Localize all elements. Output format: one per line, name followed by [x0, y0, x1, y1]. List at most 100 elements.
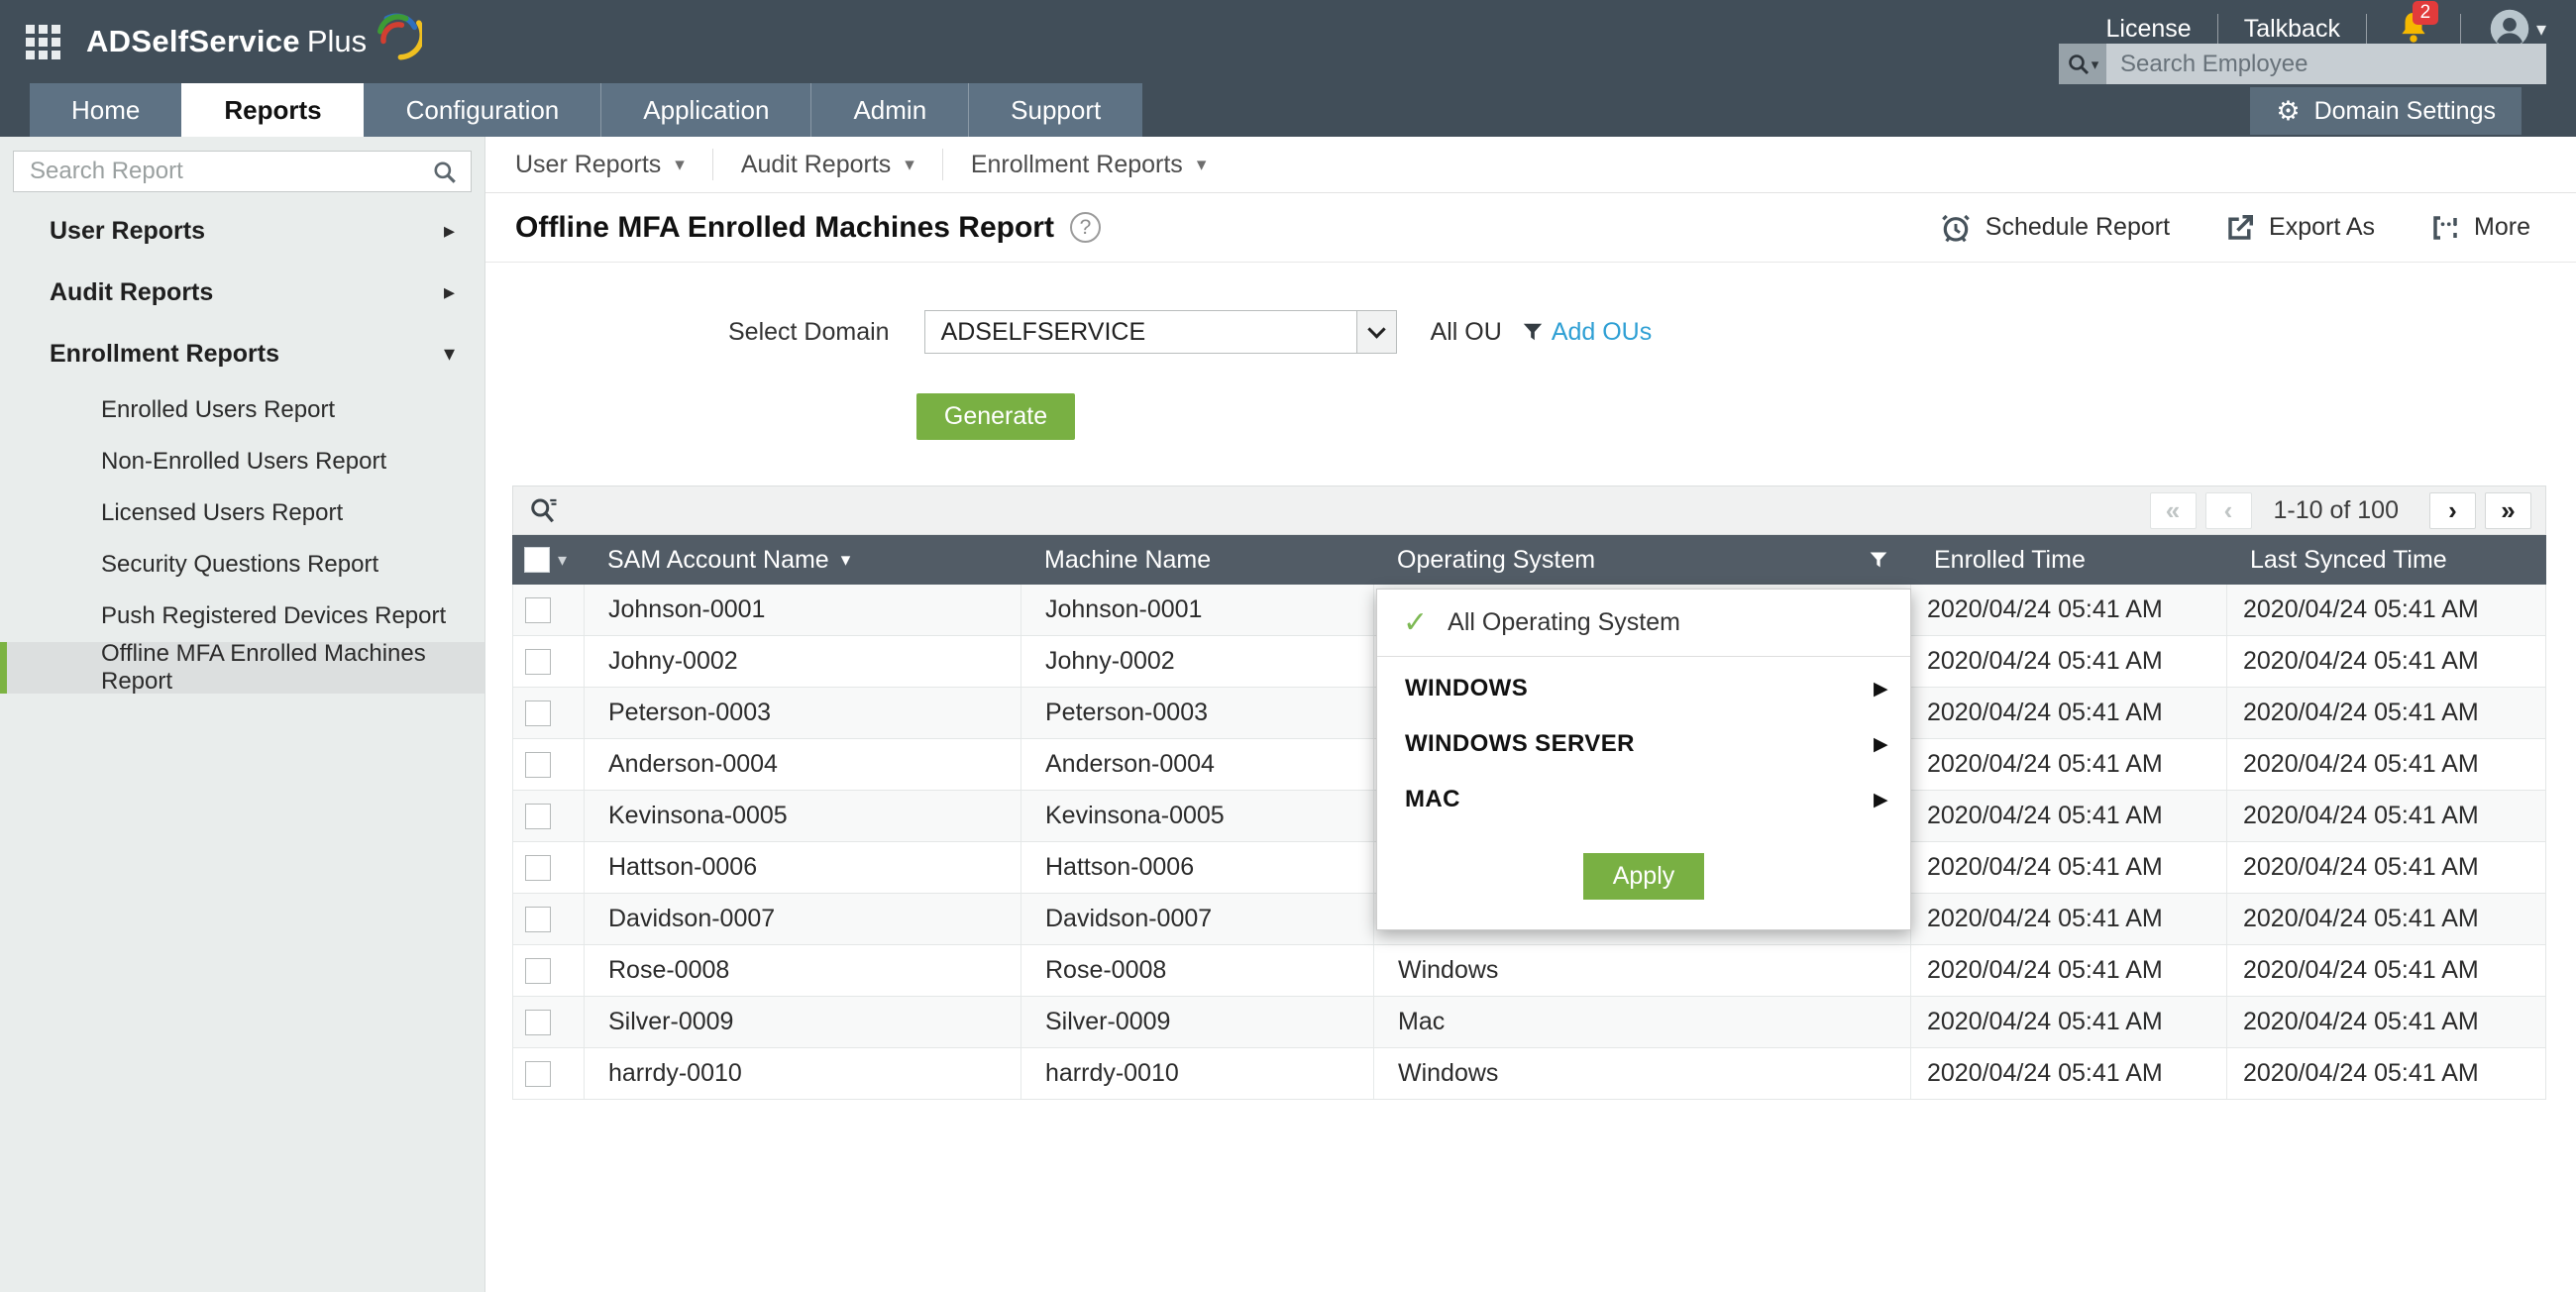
sidebar-item-licensed-users-report[interactable]: Licensed Users Report	[0, 487, 484, 539]
more-button[interactable]: More	[2430, 213, 2530, 243]
chevron-down-icon[interactable]: ▾	[558, 550, 567, 571]
row-checkbox[interactable]	[525, 855, 551, 881]
os-filter-group-windows-server[interactable]: WINDOWS SERVER ▶	[1377, 720, 1910, 768]
alarm-clock-icon	[1940, 212, 1972, 244]
row-checkbox[interactable]	[525, 597, 551, 623]
talkback-link[interactable]: Talkback	[2218, 15, 2366, 44]
primary-nav: Home Reports Configuration Application A…	[0, 83, 2576, 137]
column-header-machine[interactable]: Machine Name	[1020, 535, 1373, 585]
select-all-checkbox[interactable]	[524, 547, 550, 573]
tab-configuration[interactable]: Configuration	[364, 83, 601, 137]
os-group-label: WINDOWS	[1405, 675, 1528, 702]
chevron-down-icon: ▾	[2536, 17, 2546, 42]
os-filter-group-mac[interactable]: MAC ▶	[1377, 776, 1910, 823]
apps-grid-icon[interactable]	[26, 25, 60, 59]
domain-settings-label: Domain Settings	[2314, 97, 2496, 126]
select-chevron[interactable]	[1356, 311, 1396, 353]
notification-badge: 2	[2413, 1, 2438, 25]
export-icon	[2225, 213, 2255, 243]
employee-search-input[interactable]	[2106, 44, 2546, 84]
export-as-button[interactable]: Export As	[2225, 213, 2375, 243]
report-search-input[interactable]	[13, 151, 472, 192]
column-header-synced[interactable]: Last Synced Time	[2226, 535, 2546, 585]
cell-enrolled: 2020/04/24 05:41 AM	[1911, 585, 2227, 635]
sidebar-item-enrolled-users-report[interactable]: Enrolled Users Report	[0, 384, 484, 436]
sidebar-item-security-questions-report[interactable]: Security Questions Report	[0, 539, 484, 591]
chevron-down-icon: ▾	[905, 154, 914, 176]
search-scope-button[interactable]: ▾	[2059, 44, 2106, 84]
sidebar-group-label: User Reports	[50, 217, 205, 246]
cell-sam: Hattson-0006	[585, 842, 1021, 893]
sidebar-item-enrollment-reports[interactable]: Enrollment Reports ▾	[0, 323, 484, 384]
column-label: Operating System	[1397, 546, 1595, 575]
license-link[interactable]: License	[2081, 15, 2217, 44]
chevron-down-icon: ▾	[444, 341, 455, 367]
divider	[2366, 14, 2367, 44]
add-ous-link[interactable]: Add OUs	[1552, 318, 1652, 347]
row-checkbox[interactable]	[525, 907, 551, 932]
cell-machine: Rose-0008	[1021, 945, 1374, 996]
brand-name: ADSelfService	[86, 24, 300, 59]
sidebar-group-label: Enrollment Reports	[50, 340, 279, 369]
os-filter-all-option[interactable]: ✓ All Operating System	[1377, 590, 1910, 657]
sidebar-item-user-reports[interactable]: User Reports ▸	[0, 200, 484, 262]
enrollment-reports-dropdown[interactable]: Enrollment Reports ▾	[943, 151, 1234, 179]
column-header-sam[interactable]: SAM Account Name ▾	[584, 535, 1020, 585]
tab-application[interactable]: Application	[600, 83, 810, 137]
cell-synced: 2020/04/24 05:41 AM	[2227, 1048, 2545, 1099]
os-group-label: WINDOWS SERVER	[1405, 730, 1635, 758]
cell-synced: 2020/04/24 05:41 AM	[2227, 636, 2545, 687]
column-header-enrolled[interactable]: Enrolled Time	[1910, 535, 2226, 585]
table-search-icon[interactable]	[529, 495, 559, 525]
sidebar-item-push-registered-devices-report[interactable]: Push Registered Devices Report	[0, 591, 484, 642]
row-checkbox[interactable]	[525, 958, 551, 984]
domain-select-value: ADSELFSERVICE	[925, 318, 1356, 347]
table-row: Rose-0008 Rose-0008 Windows 2020/04/24 0…	[512, 945, 2546, 997]
cell-os: Mac	[1374, 997, 1911, 1047]
cell-enrolled: 2020/04/24 05:41 AM	[1911, 945, 2227, 996]
action-label: More	[2474, 213, 2530, 242]
domain-select[interactable]: ADSELFSERVICE	[924, 310, 1397, 354]
cell-synced: 2020/04/24 05:41 AM	[2227, 997, 2545, 1047]
domain-settings-button[interactable]: ⚙ Domain Settings	[2250, 87, 2522, 135]
sidebar-item-audit-reports[interactable]: Audit Reports ▸	[0, 262, 484, 323]
search-icon[interactable]	[432, 160, 458, 185]
cell-sam: Peterson-0003	[585, 688, 1021, 738]
tab-support[interactable]: Support	[968, 83, 1142, 137]
cell-sam: Silver-0009	[585, 997, 1021, 1047]
filter-funnel-icon[interactable]	[1869, 550, 1888, 570]
row-checkbox[interactable]	[525, 804, 551, 829]
cell-machine: Hattson-0006	[1021, 842, 1374, 893]
row-checkbox[interactable]	[525, 700, 551, 726]
prev-page-button[interactable]: ‹	[2205, 492, 2252, 529]
row-checkbox[interactable]	[525, 1010, 551, 1035]
last-page-button[interactable]: »	[2485, 492, 2531, 529]
sidebar-item-offline-mfa-enrolled-machines-report[interactable]: Offline MFA Enrolled Machines Report	[0, 642, 484, 694]
next-page-button[interactable]: ›	[2429, 492, 2476, 529]
sidebar-item-non-enrolled-users-report[interactable]: Non-Enrolled Users Report	[0, 436, 484, 487]
generate-button[interactable]: Generate	[916, 393, 1075, 440]
tab-admin[interactable]: Admin	[810, 83, 968, 137]
cell-machine: Kevinsona-0005	[1021, 791, 1374, 841]
tab-home[interactable]: Home	[30, 83, 181, 137]
table-toolbar: « ‹ 1-10 of 100 › »	[512, 485, 2546, 535]
cell-synced: 2020/04/24 05:41 AM	[2227, 688, 2545, 738]
help-icon[interactable]: ?	[1070, 212, 1101, 243]
first-page-button[interactable]: «	[2150, 492, 2197, 529]
schedule-report-button[interactable]: Schedule Report	[1940, 212, 2170, 244]
cell-enrolled: 2020/04/24 05:41 AM	[1911, 1048, 2227, 1099]
chevron-down-icon	[1367, 320, 1385, 338]
column-header-os[interactable]: Operating System	[1373, 535, 1910, 585]
user-reports-dropdown[interactable]: User Reports ▾	[515, 151, 712, 179]
os-filter-group-windows[interactable]: WINDOWS ▶	[1377, 665, 1910, 712]
row-checkbox[interactable]	[525, 752, 551, 778]
filter-funnel-icon[interactable]	[1522, 321, 1544, 343]
apply-button[interactable]: Apply	[1583, 853, 1704, 900]
brand-suffix: Plus	[307, 24, 367, 59]
row-checkbox[interactable]	[525, 1061, 551, 1087]
column-label: Enrolled Time	[1934, 546, 2086, 575]
tab-reports[interactable]: Reports	[181, 83, 363, 137]
audit-reports-dropdown[interactable]: Audit Reports ▾	[713, 151, 942, 179]
row-checkbox[interactable]	[525, 649, 551, 675]
column-label: Last Synced Time	[2250, 546, 2447, 575]
